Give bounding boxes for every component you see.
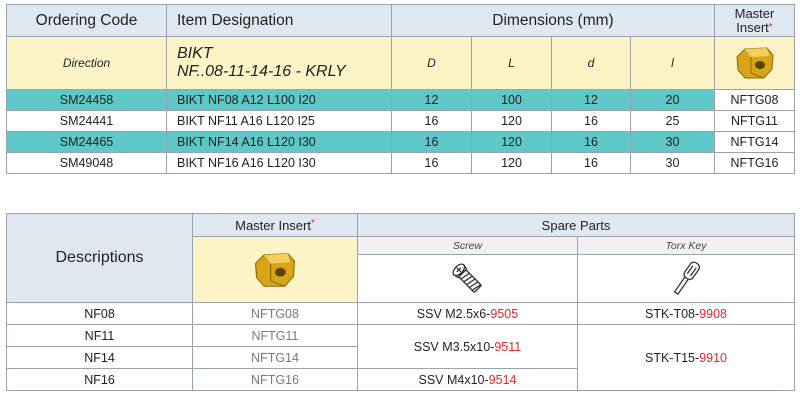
master-insert-code: NFTG08 (192, 302, 358, 325)
ordering-table-header: Ordering Code Item Designation Dimension… (6, 4, 795, 37)
screw-icon (451, 262, 482, 293)
ordering-code: SM24458 (6, 89, 167, 111)
screw-part-code: 9505 (490, 306, 519, 321)
torx-key-part-code: 9908 (699, 306, 727, 321)
asterisk: * (768, 21, 773, 33)
dim-l: 20 (630, 89, 715, 111)
dim-l: 30 (630, 152, 715, 174)
table-row: NF08 NFTG08 SSV M2.5x6-9505 STK-T08-9908 (6, 302, 795, 325)
master-insert-header: Master Insert* (714, 4, 795, 37)
master-insert-code: NFTG14 (192, 346, 358, 369)
master-insert-header-label: Master Insert (235, 217, 311, 233)
designation-line-2: NF..08-11-14-16 - KRLY (177, 63, 346, 80)
ordering-code: SM24465 (6, 131, 167, 153)
direction-label: Direction (6, 36, 167, 90)
master-insert-code: NFTG16 (714, 152, 795, 174)
asterisk: * (310, 217, 315, 229)
dim-L: 100 (471, 89, 552, 111)
table-row: SM24441 BIKT NF11 A16 L120 I25 16 120 16… (6, 110, 795, 132)
spare-parts-header-row: Descriptions Master Insert* Spare Parts (6, 213, 795, 303)
dim-d: 12 (551, 89, 631, 111)
insert-icon (254, 252, 296, 287)
dim-L: 120 (471, 110, 552, 132)
dim-d: 16 (551, 131, 631, 153)
master-insert-code: NFTG11 (714, 110, 795, 132)
direction-designation: BIKT NF..08-11-14-16 - KRLY (166, 36, 392, 90)
spare-parts-table: Descriptions Master Insert* Spare Parts … (6, 213, 795, 391)
direction-row: Direction BIKT NF..08-11-14-16 - KRLY D … (6, 36, 795, 90)
dim-D: 12 (391, 89, 472, 111)
screw-part-prefix: SSV M2.5x6- (416, 306, 491, 321)
screw-part-code: 9511 (494, 339, 522, 354)
master-insert-code: NFTG14 (714, 131, 795, 153)
item-designation: BIKT NF14 A16 L120 I30 (166, 131, 392, 153)
dimensions-header: Dimensions (mm) (391, 4, 715, 37)
insert-icon (735, 47, 774, 79)
table-row: SM24465 BIKT NF14 A16 L120 I30 16 120 16… (6, 131, 795, 153)
table-row: NF11 NFTG11 SSV M3.5x10-9511 STK-T15-991… (6, 324, 795, 391)
spare-parts-header: Spare Parts (357, 213, 795, 237)
table-row: SM49048 BIKT NF16 A16 L120 I30 16 120 16… (6, 152, 795, 174)
torx-key-part-prefix: STK-T15- (645, 350, 700, 365)
torx-key-icon (673, 260, 701, 295)
torx-key-subheader: Torx Key (577, 236, 795, 255)
dim-D: 16 (391, 152, 472, 174)
ordering-code: SM49048 (6, 152, 167, 174)
dim-l: 25 (630, 110, 715, 132)
master-insert-image (192, 236, 358, 303)
description: NF11 (6, 324, 193, 347)
dim-D: 16 (391, 110, 472, 132)
screw-part-prefix: SSV M3.5x10- (413, 339, 495, 354)
dim-l: 30 (630, 131, 715, 153)
dim-L: 120 (471, 131, 552, 153)
description: NF14 (6, 346, 193, 369)
torx-key-part-code: 9910 (699, 350, 727, 365)
master-insert-code: NFTG08 (714, 89, 795, 111)
table-row: SM24458 BIKT NF08 A12 L100 I20 12 100 12… (6, 89, 795, 111)
torx-key-part-prefix: STK-T08- (645, 306, 700, 321)
screw-part: SSV M2.5x6-9505 (357, 302, 578, 325)
description: NF16 (6, 368, 193, 391)
item-designation: BIKT NF08 A12 L100 I20 (166, 89, 392, 111)
master-insert-image (714, 36, 795, 90)
screw-part: SSV M4x10-9514 (357, 368, 578, 391)
ordering-code: SM24441 (6, 110, 167, 132)
torx-key-part: STK-T08-9908 (577, 302, 795, 325)
screw-part-prefix: SSV M4x10- (418, 372, 489, 387)
item-designation: BIKT NF16 A16 L120 I30 (166, 152, 392, 174)
master-insert-header: Master Insert* (192, 213, 358, 237)
screw-part: SSV M3.5x10-9511 (357, 324, 578, 369)
designation-line-1: BIKT (177, 45, 213, 62)
dim-L: 120 (471, 152, 552, 174)
descriptions-header: Descriptions (6, 213, 193, 303)
screw-part-code: 9514 (488, 372, 517, 387)
screw-image (357, 254, 578, 303)
screw-subheader: Screw (357, 236, 578, 255)
item-designation-header: Item Designation (166, 4, 392, 37)
ordering-code-header: Ordering Code (6, 4, 167, 37)
item-designation: BIKT NF11 A16 L120 I25 (166, 110, 392, 132)
dim-L-label: L (471, 36, 552, 90)
dim-D: 16 (391, 131, 472, 153)
torx-key-image (577, 254, 795, 303)
torx-key-part: STK-T15-9910 (577, 324, 795, 391)
dim-d: 16 (551, 110, 631, 132)
ordering-table: Ordering Code Item Designation Dimension… (6, 4, 795, 174)
dim-d: 16 (551, 152, 631, 174)
dim-l-label: l (630, 36, 715, 90)
dim-D-label: D (391, 36, 472, 90)
master-insert-code: NFTG16 (192, 368, 358, 391)
master-insert-code: NFTG11 (192, 324, 358, 347)
description: NF08 (6, 302, 193, 325)
dim-d-label: d (551, 36, 631, 90)
